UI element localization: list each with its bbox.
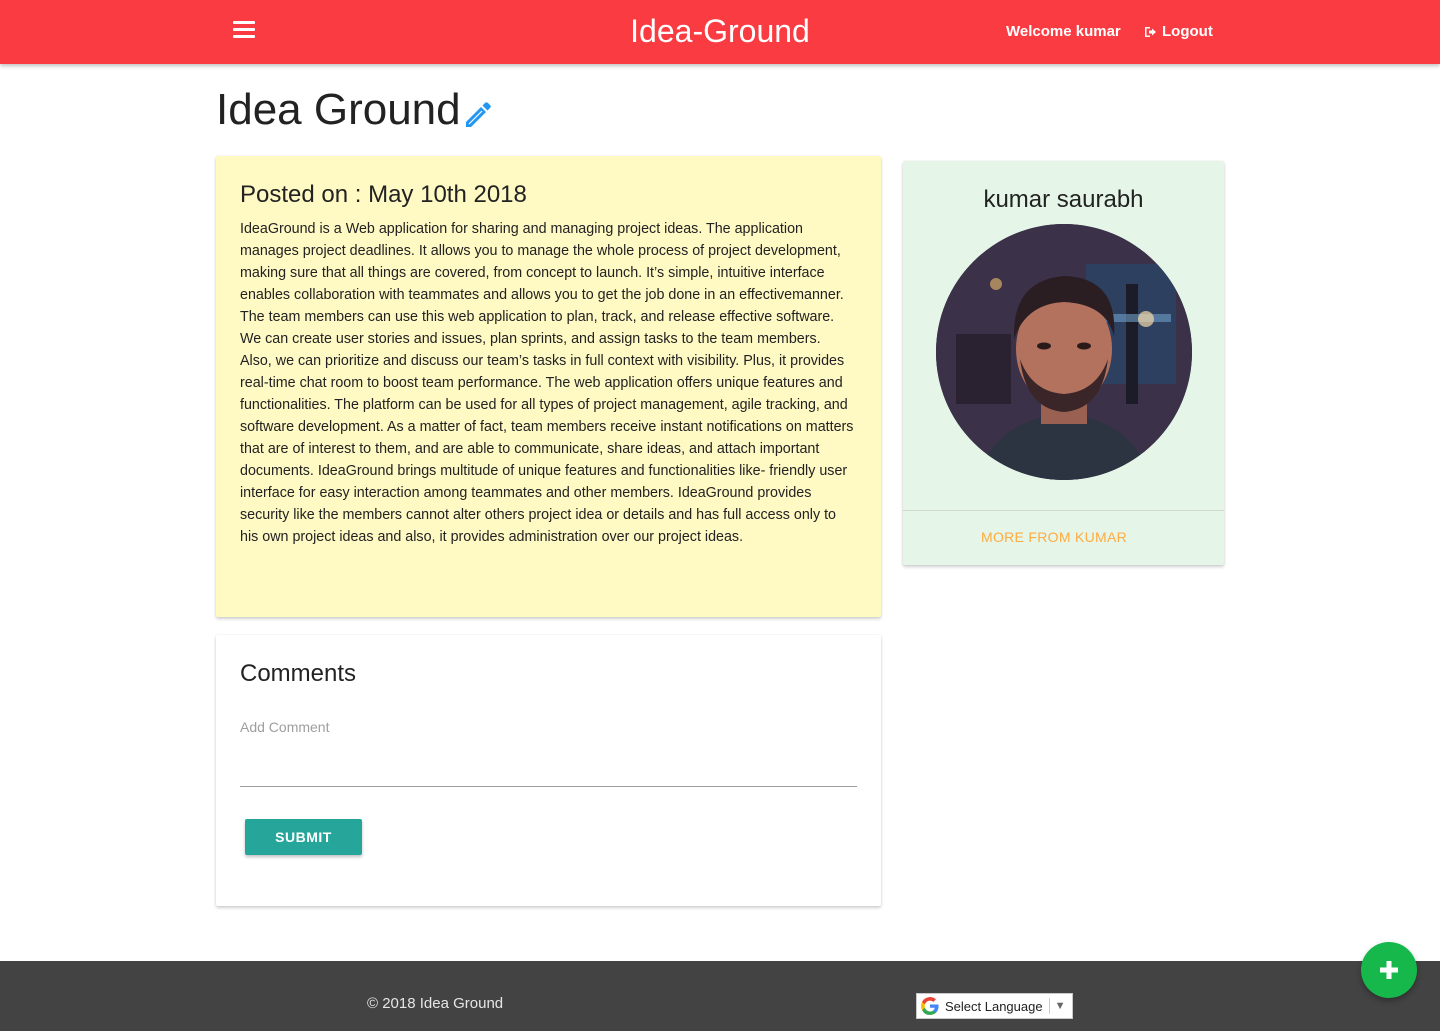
page-title: Idea Ground: [216, 85, 461, 134]
posted-date: Posted on : May 10th 2018: [240, 181, 527, 208]
select-separator: [1048, 998, 1050, 1014]
add-comment-label: Add Comment: [240, 719, 330, 735]
add-idea-fab-button[interactable]: [1361, 942, 1417, 998]
comment-input[interactable]: [240, 743, 857, 787]
submit-button[interactable]: SUBMIT: [245, 819, 362, 855]
welcome-text: Welcome kumar: [1006, 23, 1121, 40]
logout-label: Logout: [1162, 23, 1213, 40]
dropdown-arrow-icon: ▼: [1054, 1000, 1066, 1012]
author-avatar: [936, 224, 1192, 480]
google-icon: [921, 997, 939, 1015]
language-select-label: Select Language: [945, 998, 1043, 1014]
hamburger-menu-icon[interactable]: [233, 19, 257, 43]
plus-icon: [1380, 961, 1398, 979]
page-footer: © 2018 Idea Ground Select Language ▼: [0, 961, 1440, 1031]
idea-card: Posted on : May 10th 2018 IdeaGround is …: [216, 156, 881, 617]
card-divider: [903, 510, 1224, 511]
idea-description: IdeaGround is a Web application for shar…: [240, 221, 854, 545]
pencil-edit-icon[interactable]: [462, 98, 494, 130]
copyright-text: © 2018 Idea Ground: [367, 995, 504, 1012]
author-profile-card: kumar saurabh MORE FROM KUMAR: [903, 161, 1224, 565]
sign-out-icon: [1145, 27, 1156, 37]
brand-title[interactable]: Idea-Ground: [570, 12, 870, 50]
author-name: kumar saurabh: [983, 186, 1144, 213]
comments-title: Comments: [240, 660, 357, 687]
more-from-author-link[interactable]: MORE FROM KUMAR: [981, 529, 1127, 545]
logout-link[interactable]: Logout: [1144, 22, 1213, 42]
language-select[interactable]: Select Language ▼: [916, 993, 1073, 1019]
comments-card: Comments Add Comment SUBMIT: [216, 635, 881, 906]
top-navbar: Idea-Ground Welcome kumar Logout: [0, 0, 1440, 64]
